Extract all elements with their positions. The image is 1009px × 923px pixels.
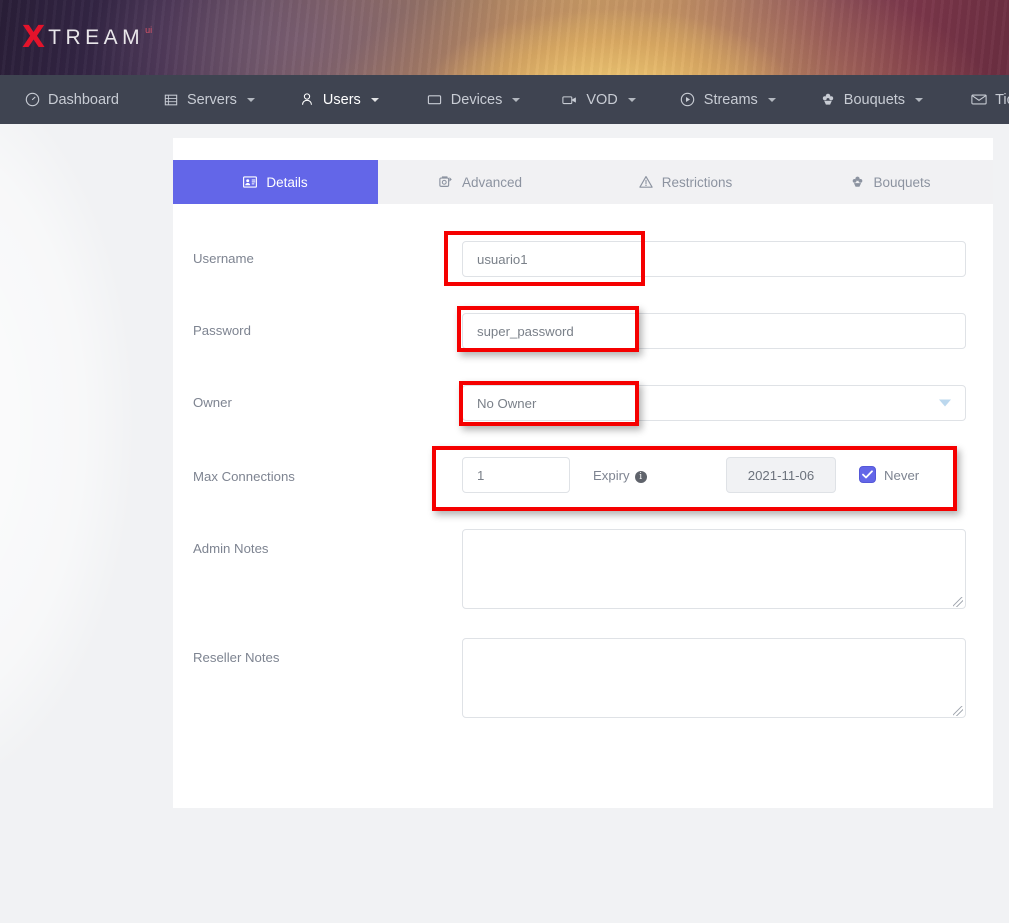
tab-restrictions[interactable]: Restrictions [583, 160, 788, 204]
tab-bouquets[interactable]: Bouquets [788, 160, 993, 204]
max-connections-input[interactable]: 1 [462, 457, 570, 493]
expiry-label-group: Expiryi [593, 468, 647, 483]
main-navigation: Dashboard Servers Users Devices VOD Stre [0, 75, 1009, 124]
envelope-mail-icon [971, 92, 987, 108]
tab-label-details: Details [266, 175, 307, 190]
chevron-down-icon [939, 400, 951, 407]
bouquet-flower-icon [820, 92, 836, 108]
tab-label-restrictions: Restrictions [662, 175, 733, 190]
nav-item-streams[interactable]: Streams [680, 75, 776, 124]
nav-label-users: Users [323, 92, 361, 108]
chevron-down-icon [915, 98, 923, 102]
logo-wordmark: TREAM [48, 26, 144, 50]
username-input[interactable]: usuario1 [462, 241, 966, 277]
reseller-notes-textarea[interactable] [462, 638, 966, 718]
chevron-down-icon [768, 98, 776, 102]
video-camera-icon [562, 92, 578, 108]
tab-label-bouquets: Bouquets [873, 175, 930, 190]
admin-notes-textarea[interactable] [462, 529, 966, 609]
nav-item-vod[interactable]: VOD [562, 75, 635, 124]
dashboard-gauge-icon [24, 92, 40, 108]
user-person-icon [299, 92, 315, 108]
resize-grip-icon[interactable] [953, 597, 963, 607]
expiry-date-input[interactable]: 2021-11-06 [726, 457, 836, 493]
tab-advanced[interactable]: Advanced [378, 160, 583, 204]
warning-triangle-icon [639, 175, 653, 189]
device-monitor-icon [427, 92, 443, 108]
nav-item-devices[interactable]: Devices [427, 75, 521, 124]
play-circle-icon [680, 92, 696, 108]
nav-label-bouquets: Bouquets [844, 92, 905, 108]
bouquet-flower-icon [850, 175, 864, 189]
tab-label-advanced: Advanced [462, 175, 522, 190]
chevron-down-icon [371, 98, 379, 102]
nav-label-dashboard: Dashboard [48, 92, 119, 108]
nav-label-devices: Devices [451, 92, 503, 108]
nav-label-streams: Streams [704, 92, 758, 108]
reseller-notes-label: Reseller Notes [193, 650, 280, 665]
password-input[interactable]: super_password [462, 313, 966, 349]
user-form-card: Details Advanced Restrictions Bouquets U… [173, 138, 993, 808]
nav-label-tickets: Tickets [995, 92, 1009, 108]
nav-item-dashboard[interactable]: Dashboard [24, 75, 119, 124]
expiry-label: Expiry [593, 468, 630, 483]
xtream-logo[interactable]: X TREAM ui [22, 23, 152, 53]
tools-gear-icon [439, 175, 453, 189]
never-checkbox[interactable] [859, 466, 876, 483]
nav-item-tickets[interactable]: Tickets [971, 75, 1009, 124]
password-label: Password [193, 323, 251, 338]
never-label: Never [884, 468, 919, 483]
owner-label: Owner [193, 395, 232, 410]
chevron-down-icon [512, 98, 520, 102]
tab-details[interactable]: Details [173, 160, 378, 204]
nav-item-bouquets[interactable]: Bouquets [820, 75, 923, 124]
info-icon[interactable]: i [635, 471, 647, 483]
nav-label-servers: Servers [187, 92, 237, 108]
owner-selected-value: No Owner [477, 396, 536, 411]
id-card-icon [243, 175, 257, 189]
nav-item-users[interactable]: Users [299, 75, 379, 124]
username-label: Username [193, 251, 254, 266]
resize-grip-icon[interactable] [953, 706, 963, 716]
chevron-down-icon [628, 98, 636, 102]
logo-superscript: ui [145, 25, 152, 35]
chevron-down-icon [247, 98, 255, 102]
nav-label-vod: VOD [586, 92, 617, 108]
nav-item-servers[interactable]: Servers [163, 75, 255, 124]
admin-notes-label: Admin Notes [193, 541, 269, 556]
form-tab-bar: Details Advanced Restrictions Bouquets [173, 160, 993, 204]
owner-select[interactable]: No Owner [462, 385, 966, 421]
server-rack-icon [163, 92, 179, 108]
max-connections-label: Max Connections [193, 469, 295, 484]
app-banner: X TREAM ui ad [0, 0, 1009, 75]
logo-x-mark: X [22, 23, 45, 53]
